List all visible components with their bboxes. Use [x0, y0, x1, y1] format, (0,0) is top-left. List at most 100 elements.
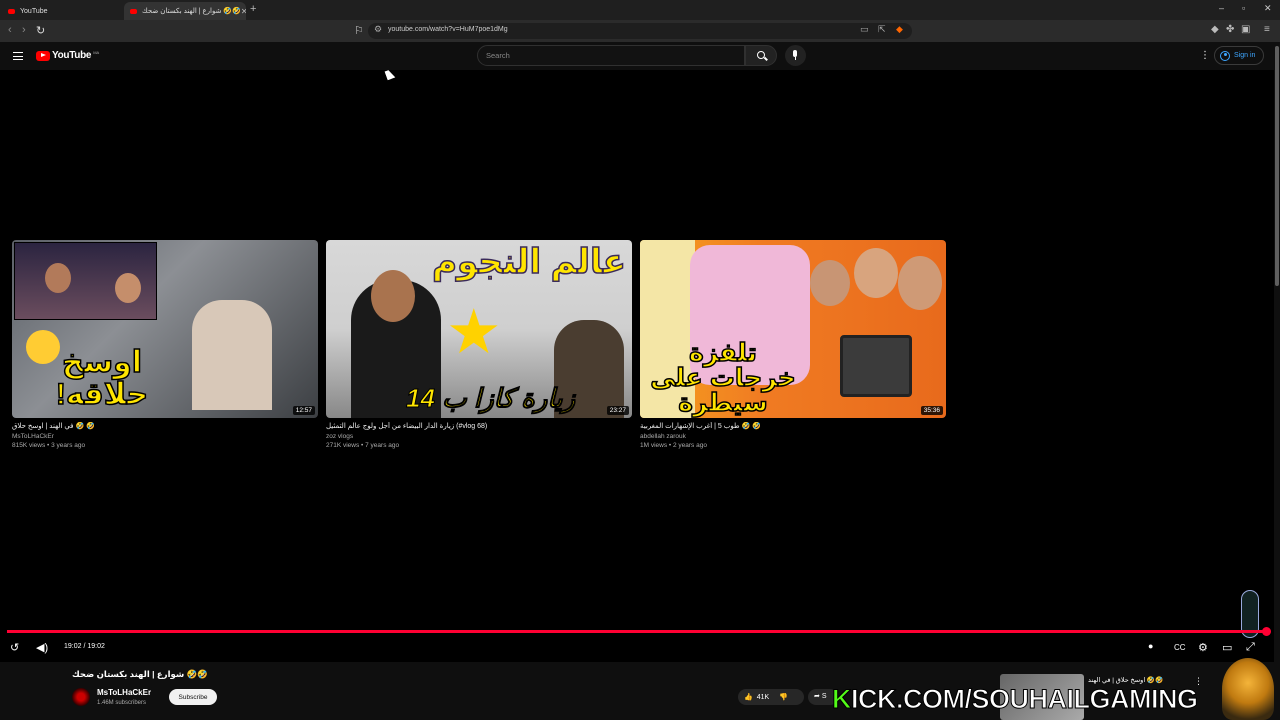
channel-name[interactable]: MsToLHaCkEr	[12, 433, 318, 440]
thumbnail-text: اوسخ حلاقه!	[55, 346, 149, 411]
scrollbar-thumb[interactable]	[1275, 46, 1279, 286]
fullscreen-icon[interactable]: ⤢	[1246, 641, 1255, 654]
avatar[interactable]	[72, 688, 90, 706]
thumbnail-face	[898, 256, 942, 310]
progress-bar[interactable]	[7, 627, 1271, 636]
browser-tab-active[interactable]: شوارع | الهند بكستان ضحك 🤣🤣 ✕	[124, 2, 246, 20]
video-title[interactable]: زيارة الدار البيضاء من أجل ولوج عالم الت…	[326, 422, 632, 432]
video-title[interactable]: في الهند | اوسخ حلاق 🤣 🤣	[12, 422, 318, 432]
brave-shield-icon[interactable]: ◆	[896, 24, 903, 35]
video-title[interactable]: طوب 5 | أغرب الإشهارات المغربية 🤣 🤣	[640, 422, 946, 432]
video-thumbnail[interactable]: تلفزة خرجات على سيطرة 35:36	[640, 240, 946, 418]
extensions-puzzle-icon[interactable]: ✤	[1226, 24, 1234, 35]
channel-name[interactable]: abdellah zarouk	[640, 433, 946, 440]
extension-icon[interactable]: ◆	[1211, 24, 1219, 35]
like-count: 41K	[756, 693, 770, 701]
url-text: youtube.com/watch?v=HuM7poe1dMg	[388, 26, 508, 33]
youtube-favicon-icon	[130, 8, 137, 14]
kick-text: ICK.COM/SOUHAILGAMING	[851, 684, 1199, 715]
thumbnail-face	[854, 248, 898, 298]
address-bar[interactable]: ⚙ youtube.com/watch?v=HuM7poe1dMg ▭ ⇱ ◆	[368, 23, 912, 39]
subscriber-count: 1.46M subscribers	[97, 700, 147, 706]
video-thumbnail[interactable]: ★ عالم النجوم زيارة كازا ب 14 23:27	[326, 240, 632, 418]
share-icon: ➦	[814, 693, 820, 700]
cast-icon[interactable]: ▭	[860, 24, 869, 35]
like-icon: 👍	[744, 694, 753, 701]
thumbnail-figure	[192, 300, 272, 410]
share-page-icon[interactable]: ⇱	[878, 24, 886, 35]
browser-toolbar: ‹ › ↻ ⚐ ⚙ youtube.com/watch?v=HuM7poe1dM…	[0, 20, 1280, 42]
logo-text: YouTube	[52, 50, 92, 61]
youtube-play-icon	[36, 50, 50, 61]
sidebar-icon[interactable]: ▣	[1241, 24, 1250, 35]
duration-badge: 12:57	[292, 406, 315, 415]
video-meta: 271K views • 7 years ago	[326, 442, 400, 449]
tab-label: شوارع | الهند بكستان ضحك 🤣🤣	[142, 8, 241, 15]
subscribe-button[interactable]: Subscribe	[169, 689, 217, 705]
menu-icon[interactable]: ≡	[1264, 24, 1270, 35]
new-tab-icon[interactable]: +	[250, 3, 256, 15]
thumbnail-face	[810, 260, 850, 306]
search-input[interactable]: Search	[477, 45, 745, 66]
share-label: S	[821, 693, 827, 700]
page-title: شوارع | الهند بكستان ضحك 🤣🤣	[72, 669, 208, 679]
reload-icon[interactable]: ↻	[36, 24, 45, 37]
search-placeholder: Search	[486, 51, 510, 60]
captions-icon[interactable]: CC	[1174, 643, 1186, 652]
replay-icon[interactable]: ↺	[10, 641, 19, 654]
thumbnail-text: زيارة كازا ب 14	[405, 383, 576, 414]
endscreen-video-card[interactable]: تلفزة خرجات على سيطرة 35:36 طوب 5 | أغرب…	[640, 240, 946, 449]
channel-name[interactable]: MsToLHaCkEr	[97, 688, 151, 697]
close-tab-icon[interactable]: ✕	[241, 7, 246, 16]
settings-gear-icon[interactable]: ⚙	[1198, 641, 1208, 654]
search-button[interactable]	[745, 45, 777, 66]
sign-in-label: Sign in	[1234, 52, 1256, 59]
star-icon: ★	[446, 298, 502, 367]
endscreen-video-card[interactable]: اوسخ حلاقه! 12:57 في الهند | اوسخ حلاق 🤣…	[12, 240, 318, 449]
browser-tab-youtube[interactable]: YouTube	[2, 2, 120, 20]
thumbnail-face	[115, 273, 141, 303]
mouse-cursor-icon	[384, 68, 396, 81]
kick-watermark: KICK.COM/SOUHAILGAMING	[832, 684, 1199, 715]
bookmark-icon[interactable]: ⚐	[354, 24, 364, 37]
youtube-header: YouTube MA Search ⋮ Sign in	[0, 42, 1280, 70]
tv-icon	[840, 335, 912, 397]
dislike-icon[interactable]: 👎	[779, 693, 788, 701]
page-scrollbar[interactable]	[1274, 42, 1280, 662]
search-icon	[757, 51, 765, 59]
channel-name[interactable]: zoz vlogs	[326, 433, 632, 440]
scrubber-handle[interactable]	[1262, 627, 1271, 636]
kick-prefix: K	[832, 684, 853, 715]
tab-label: YouTube	[20, 7, 48, 15]
logo-country: MA	[93, 50, 100, 55]
thumbnail-inset	[14, 242, 157, 320]
video-thumbnail[interactable]: اوسخ حلاقه! 12:57	[12, 240, 318, 418]
like-button[interactable]: 👍 41K 👎	[738, 689, 804, 705]
streamer-logo	[1222, 658, 1274, 720]
site-info-icon[interactable]: ⚙	[374, 24, 382, 35]
youtube-logo[interactable]: YouTube MA	[36, 50, 99, 61]
time-display: 19:02 / 19:02	[64, 643, 105, 650]
theater-mode-icon[interactable]: ▭	[1222, 641, 1232, 654]
thumbnail-face	[371, 270, 415, 322]
account-icon	[1220, 50, 1230, 61]
restore-icon[interactable]: ▫	[1242, 3, 1245, 13]
sign-in-button[interactable]: Sign in	[1214, 46, 1264, 65]
close-window-icon[interactable]: ✕	[1264, 3, 1272, 14]
thumbnail-face	[45, 263, 71, 293]
volume-icon[interactable]: ◀)	[36, 641, 48, 654]
youtube-favicon-icon	[8, 8, 15, 14]
endscreen-video-card[interactable]: ★ عالم النجوم زيارة كازا ب 14 23:27 زيار…	[326, 240, 632, 449]
voice-search-icon[interactable]	[785, 45, 806, 66]
minimize-icon[interactable]: –	[1219, 3, 1224, 13]
thumbnail-text: عالم النجوم	[431, 242, 626, 282]
settings-kebab-icon[interactable]: ⋮	[1200, 50, 1210, 61]
back-icon[interactable]: ‹	[8, 24, 12, 36]
guide-menu-icon[interactable]	[13, 52, 23, 60]
duration-badge: 35:36	[920, 406, 943, 415]
video-meta: 1M views • 2 years ago	[640, 442, 707, 449]
autoplay-toggle-icon[interactable]: ●	[1148, 641, 1153, 651]
forward-icon[interactable]: ›	[22, 24, 26, 36]
recommended-video-title[interactable]: اوسخ حلاق | في الهند 🤣🤣	[1088, 676, 1163, 684]
browser-tab-strip: YouTube شوارع | الهند بكستان ضحك 🤣🤣 ✕ + …	[0, 0, 1280, 20]
